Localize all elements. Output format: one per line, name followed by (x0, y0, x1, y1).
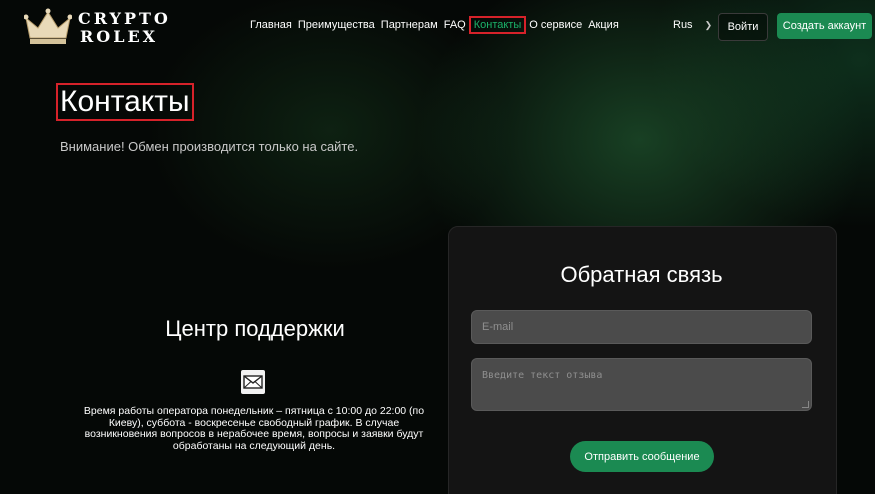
main-nav: Главная Преимущества Партнерам FAQ Конта… (250, 16, 619, 34)
message-textarea[interactable]: Введите текст отзыва (471, 358, 812, 411)
nav-promo[interactable]: Акция (588, 19, 619, 31)
nav-advantages[interactable]: Преимущества (298, 19, 375, 31)
logo[interactable]: CRYPTO ROLEX (24, 8, 174, 48)
login-button[interactable]: Войти (718, 13, 768, 41)
nav-faq[interactable]: FAQ (444, 19, 466, 31)
support-title: Центр поддержки (165, 316, 345, 341)
email-field[interactable]: E-mail (471, 310, 812, 344)
support-hours-text: Время работы оператора понедельник – пят… (83, 405, 425, 452)
message-placeholder: Введите текст отзыва (482, 370, 603, 381)
page-title: Контакты (56, 83, 194, 121)
resize-handle-icon[interactable] (802, 401, 809, 408)
crown-icon (24, 8, 72, 44)
feedback-title: Обратная связь (560, 262, 723, 287)
chevron-down-icon: ❯ (704, 19, 713, 30)
signup-button[interactable]: Создать аккаунт (777, 13, 872, 39)
send-message-button[interactable]: Отправить сообщение (570, 441, 714, 472)
language-select[interactable]: Rus ❯ (673, 19, 712, 31)
nav-home[interactable]: Главная (250, 19, 292, 31)
nav-about[interactable]: О сервисе (529, 19, 582, 31)
logo-text: CRYPTO ROLEX (78, 10, 171, 46)
page: CRYPTO ROLEX Главная Преимущества Партне… (0, 0, 875, 494)
language-value: Rus (673, 19, 693, 31)
logo-line2: ROLEX (80, 27, 159, 46)
notice-text: Внимание! Обмен производится только на с… (60, 139, 359, 154)
nav-contacts[interactable]: Контакты (468, 16, 527, 34)
nav-partners[interactable]: Партнерам (381, 19, 438, 31)
envelope-icon[interactable] (241, 370, 265, 394)
email-placeholder: E-mail (482, 321, 514, 333)
logo-line1: CRYPTO (78, 9, 171, 28)
